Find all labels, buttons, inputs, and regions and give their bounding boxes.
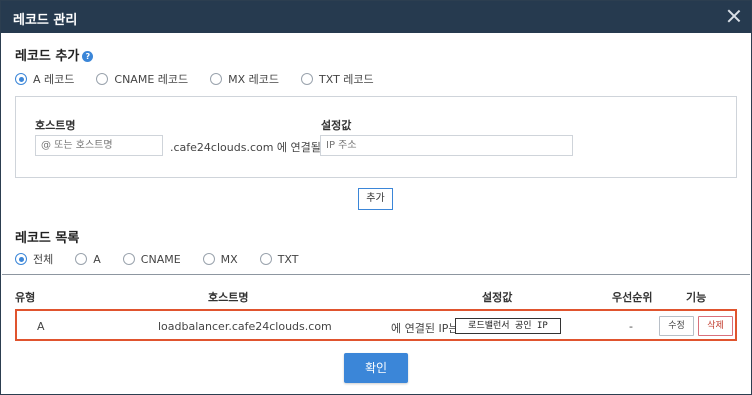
domain-suffix-text: .cafe24clouds.com 에 연결될 IP는 (170, 141, 345, 154)
filter-mx[interactable]: MX (202, 252, 238, 266)
radio-mx-record[interactable]: MX 레코드 (210, 71, 279, 87)
filter-a[interactable]: A (75, 253, 101, 266)
row-hostname: loadbalancer.cafe24clouds.com (158, 320, 332, 333)
radio-a-record[interactable]: A 레코드 (15, 71, 74, 87)
hostname-label: 호스트명 (35, 119, 76, 132)
table-top-divider (2, 274, 750, 275)
dialog-titlebar: 레코드 관리 (1, 1, 751, 33)
radio-cname-record[interactable]: CNAME 레코드 (96, 71, 188, 87)
value-label: 설정값 (321, 119, 352, 132)
filter-all-label: 전체 (33, 253, 54, 266)
filter-txt[interactable]: TXT (259, 252, 299, 266)
radio-mx-record-label: MX 레코드 (228, 73, 280, 86)
row-value: 로드밸런서 공인 IP (455, 318, 561, 334)
radio-txt-record[interactable]: TXT 레코드 (301, 71, 374, 87)
filter-txt-label: TXT (277, 252, 299, 266)
add-record-title: 레코드 추가 (15, 49, 80, 64)
row-connected-text: 에 연결된 IP는 (391, 322, 459, 335)
edit-button[interactable]: 수정 (659, 316, 694, 336)
radio-circle (202, 253, 215, 265)
radio-txt-record-label: TXT 레코드 (319, 73, 374, 86)
radio-circle (75, 253, 88, 265)
radio-circle (122, 253, 135, 265)
radio-circle (15, 253, 27, 265)
record-management-dialog: 레코드 관리 레코드 추가? A 레코드 CNAME 레코드 MX 레코드 TX… (0, 0, 752, 395)
confirm-button[interactable]: 확인 (344, 353, 408, 383)
filter-mx-label: MX (220, 252, 238, 266)
filter-all[interactable]: 전체 (15, 251, 53, 267)
radio-circle (210, 73, 223, 85)
radio-a-record-label: A 레코드 (33, 73, 75, 86)
column-header-hostname: 호스트명 (208, 291, 249, 304)
filter-cname-label: CNAME (140, 252, 181, 266)
record-type-radio-group: A 레코드 CNAME 레코드 MX 레코드 TXT 레코드 (15, 71, 374, 87)
radio-circle (259, 253, 272, 265)
delete-button[interactable]: 삭제 (698, 316, 733, 336)
help-icon[interactable]: ? (82, 51, 94, 62)
filter-a-label: A (93, 252, 101, 266)
radio-cname-record-label: CNAME 레코드 (114, 73, 189, 86)
add-record-form: 호스트명 .cafe24clouds.com 에 연결될 IP는 설정값 (15, 96, 737, 178)
column-header-function: 기능 (686, 291, 707, 304)
add-button[interactable]: 추가 (358, 188, 393, 210)
radio-circle (15, 73, 27, 85)
ip-address-input[interactable] (320, 135, 573, 156)
filter-cname[interactable]: CNAME (122, 252, 181, 266)
radio-circle (96, 73, 109, 85)
dialog-title: 레코드 관리 (13, 13, 78, 28)
column-header-priority: 우선순위 (612, 291, 653, 304)
close-icon[interactable] (725, 7, 743, 25)
radio-circle (301, 73, 314, 85)
table-row: A loadbalancer.cafe24clouds.com 에 연결된 IP… (15, 309, 737, 341)
column-header-type: 유형 (15, 291, 36, 304)
record-list-title: 레코드 목록 (15, 231, 80, 246)
row-priority: - (629, 320, 633, 333)
column-header-value: 설정값 (482, 291, 513, 304)
add-record-heading: 레코드 추가? (15, 45, 94, 64)
row-type: A (37, 320, 45, 333)
record-filter-radio-group: 전체 A CNAME MX TXT (15, 251, 298, 267)
hostname-input[interactable] (35, 135, 163, 156)
